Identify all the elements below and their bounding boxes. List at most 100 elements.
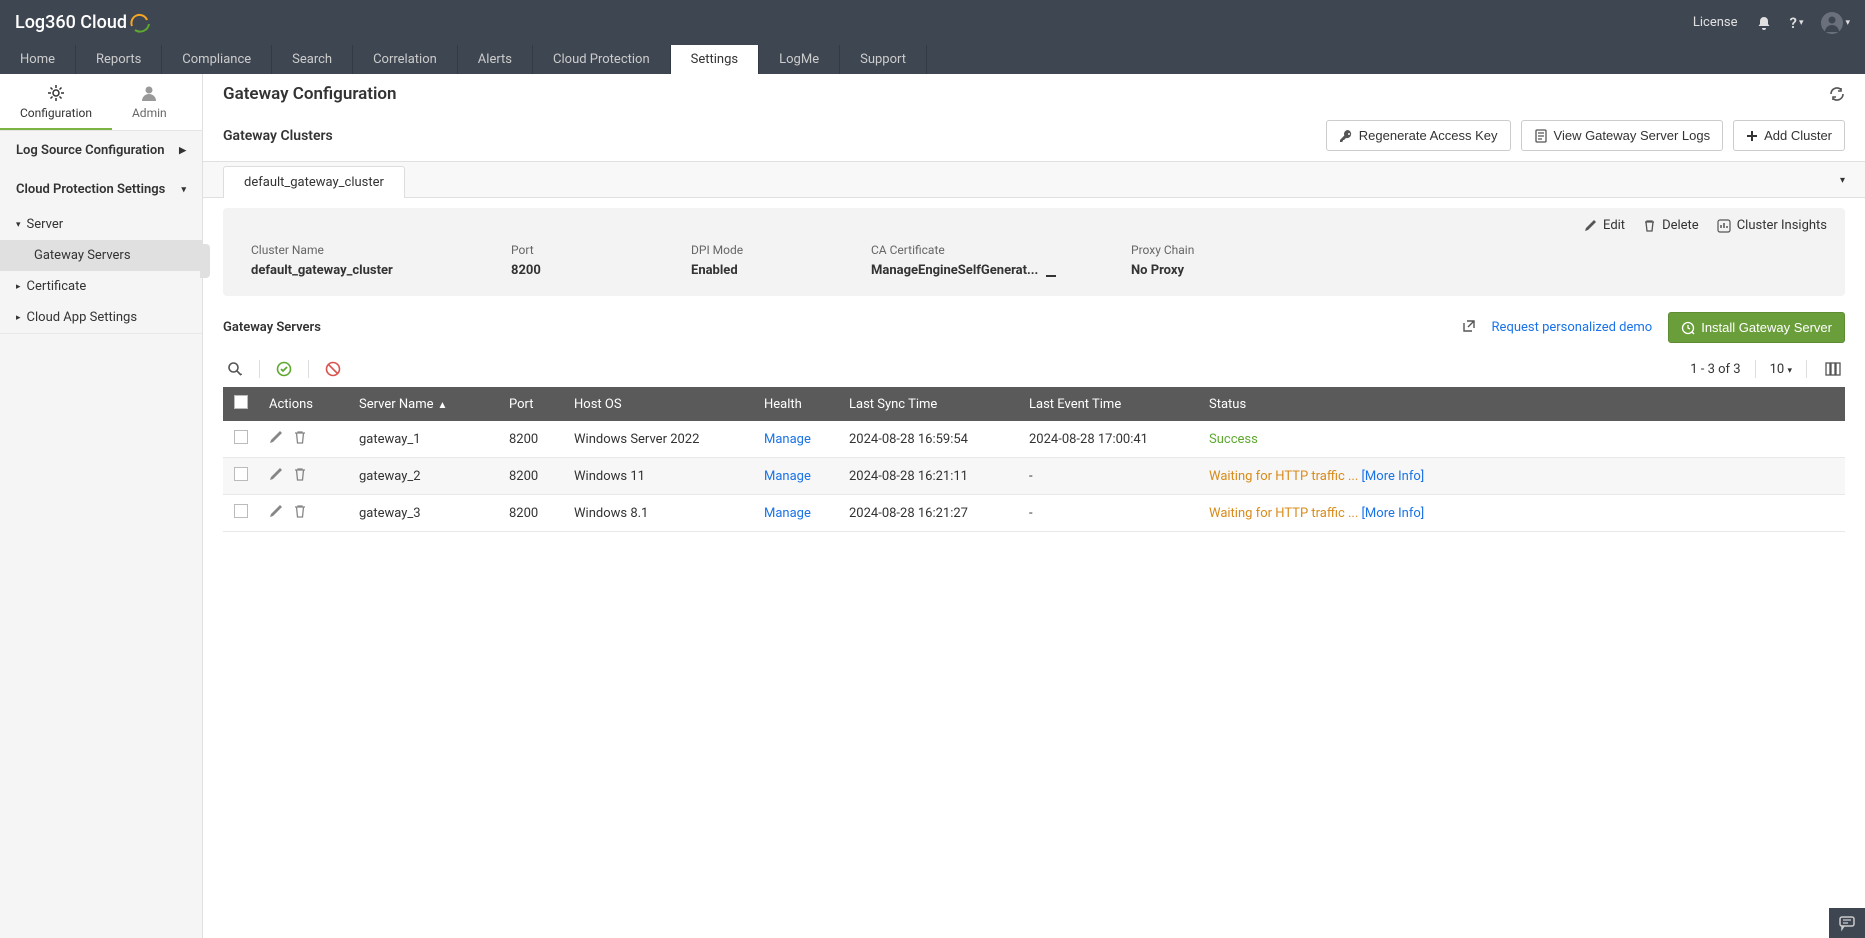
refresh-icon[interactable]: [1829, 86, 1845, 106]
row-checkbox[interactable]: [234, 504, 248, 518]
col-last-sync[interactable]: Last Sync Time: [839, 387, 1019, 421]
cluster-name-label: Cluster Name: [251, 243, 471, 257]
col-health[interactable]: Health: [754, 387, 839, 421]
col-host-os[interactable]: Host OS: [564, 387, 754, 421]
manage-health-link[interactable]: Manage: [764, 506, 811, 521]
server-name-cell: gateway_2: [349, 458, 499, 495]
table-row: gateway_1 8200 Windows Server 2022 Manag…: [223, 421, 1845, 458]
user-menu[interactable]: ▾: [1821, 12, 1850, 34]
col-status[interactable]: Status: [1199, 387, 1845, 421]
edit-row-icon[interactable]: [269, 504, 283, 522]
view-gateway-logs-button[interactable]: View Gateway Server Logs: [1521, 120, 1724, 151]
main-nav-item-home[interactable]: Home: [0, 45, 76, 74]
sub-tab-configuration[interactable]: Configuration: [0, 74, 112, 130]
search-icon[interactable]: [223, 359, 247, 379]
col-last-event[interactable]: Last Event Time: [1019, 387, 1199, 421]
sidebar-item-server[interactable]: ▾ Server: [0, 209, 202, 240]
sidebar-item-label: Certificate: [27, 279, 87, 294]
sidebar-item-cloud-app-settings[interactable]: ▸ Cloud App Settings: [0, 302, 202, 333]
server-name-cell: gateway_1: [349, 421, 499, 458]
cluster-details-panel: Edit Delete Cluster Insights Cluster Nam…: [223, 208, 1845, 296]
col-port[interactable]: Port: [499, 387, 564, 421]
main-nav-item-alerts[interactable]: Alerts: [458, 45, 533, 74]
ca-cert-value: ManageEngineSelfGenerat...: [871, 263, 1091, 278]
notifications-icon[interactable]: [1756, 15, 1772, 31]
manage-health-link[interactable]: Manage: [764, 469, 811, 484]
gateway-servers-title: Gateway Servers: [223, 320, 321, 335]
select-all-checkbox[interactable]: [234, 395, 248, 409]
sidebar-item-label: Gateway Servers: [34, 248, 131, 263]
pencil-icon: [1584, 219, 1597, 232]
add-cluster-button[interactable]: Add Cluster: [1733, 120, 1845, 151]
column-settings-icon[interactable]: [1821, 359, 1845, 379]
dropdown-caret-icon[interactable]: ▾: [1840, 175, 1845, 186]
more-info-link[interactable]: [More Info]: [1361, 506, 1424, 521]
edit-cluster-button[interactable]: Edit: [1584, 218, 1625, 233]
proxy-chain-label: Proxy Chain: [1131, 243, 1271, 257]
sidebar-item-gateway-servers[interactable]: Gateway Servers: [0, 240, 202, 271]
disable-icon[interactable]: [321, 359, 345, 379]
host-os-cell: Windows 8.1: [564, 495, 754, 532]
sidebar-section-label: Cloud Protection Settings: [16, 182, 165, 197]
more-info-link[interactable]: [More Info]: [1361, 469, 1424, 484]
ca-cert-label: CA Certificate: [871, 243, 1091, 257]
row-checkbox[interactable]: [234, 430, 248, 444]
sidebar-section-log-source[interactable]: Log Source Configuration ▶: [0, 131, 202, 170]
download-icon[interactable]: [1044, 264, 1058, 278]
row-checkbox[interactable]: [234, 467, 248, 481]
last-sync-cell: 2024-08-28 16:21:11: [839, 458, 1019, 495]
cluster-insights-button[interactable]: Cluster Insights: [1717, 218, 1827, 233]
key-icon: [1339, 129, 1353, 143]
license-link[interactable]: License: [1693, 15, 1738, 30]
delete-cluster-button[interactable]: Delete: [1643, 218, 1699, 233]
sidebar: Configuration Admin Log Source Configura…: [0, 74, 203, 938]
page-size-selector[interactable]: 10 ▾: [1770, 362, 1792, 377]
cluster-tab[interactable]: default_gateway_cluster: [223, 166, 405, 198]
edit-row-icon[interactable]: [269, 430, 283, 448]
port-cell: 8200: [499, 458, 564, 495]
chat-feedback-button[interactable]: [1829, 908, 1865, 938]
main-nav-item-search[interactable]: Search: [272, 45, 353, 74]
main-nav-item-compliance[interactable]: Compliance: [162, 45, 272, 74]
install-icon: [1681, 321, 1695, 335]
main-nav-item-support[interactable]: Support: [840, 45, 927, 74]
install-gateway-server-button[interactable]: Install Gateway Server: [1668, 312, 1845, 343]
enable-icon[interactable]: [272, 359, 296, 379]
sidebar-item-label: Server: [27, 217, 64, 232]
sidebar-section-cloud-protection[interactable]: Cloud Protection Settings ▾: [0, 170, 202, 209]
delete-row-icon[interactable]: [293, 467, 307, 485]
cluster-port-value: 8200: [511, 263, 651, 278]
request-demo-link[interactable]: Request personalized demo: [1492, 320, 1653, 335]
external-link-icon[interactable]: [1462, 319, 1476, 337]
dpi-mode-label: DPI Mode: [691, 243, 831, 257]
main-nav-item-logme[interactable]: LogMe: [759, 45, 840, 74]
delete-row-icon[interactable]: [293, 504, 307, 522]
sub-tab-admin[interactable]: Admin: [112, 74, 187, 130]
chevron-down-icon: ▾: [181, 185, 186, 195]
help-dropdown[interactable]: ?▾: [1790, 14, 1804, 32]
gateway-servers-table: Actions Server Name▲ Port Host OS Health…: [223, 387, 1845, 532]
status-text: Waiting for HTTP traffic ...: [1209, 469, 1361, 484]
main-nav-item-correlation[interactable]: Correlation: [353, 45, 458, 74]
last-sync-cell: 2024-08-28 16:59:54: [839, 421, 1019, 458]
sidebar-item-label: Cloud App Settings: [27, 310, 138, 325]
delete-row-icon[interactable]: [293, 430, 307, 448]
manage-health-link[interactable]: Manage: [764, 432, 811, 447]
regenerate-access-key-button[interactable]: Regenerate Access Key: [1326, 120, 1511, 151]
last-event-cell: -: [1019, 495, 1199, 532]
last-event-cell: 2024-08-28 17:00:41: [1019, 421, 1199, 458]
main-nav-item-reports[interactable]: Reports: [76, 45, 162, 74]
col-server-name[interactable]: Server Name▲: [349, 387, 499, 421]
main-nav-item-settings[interactable]: Settings: [671, 45, 759, 74]
port-cell: 8200: [499, 421, 564, 458]
col-actions[interactable]: Actions: [259, 387, 349, 421]
page-title: Gateway Configuration: [223, 84, 397, 104]
chevron-right-icon: ▶: [179, 146, 186, 156]
sidebar-item-certificate[interactable]: ▸ Certificate: [0, 271, 202, 302]
app-logo: Log360 Cloud: [15, 12, 151, 34]
main-nav-item-cloud-protection[interactable]: Cloud Protection: [533, 45, 671, 74]
edit-row-icon[interactable]: [269, 467, 283, 485]
sub-tabs: Configuration Admin: [0, 74, 202, 131]
document-icon: [1534, 129, 1548, 143]
user-icon: [140, 84, 158, 102]
